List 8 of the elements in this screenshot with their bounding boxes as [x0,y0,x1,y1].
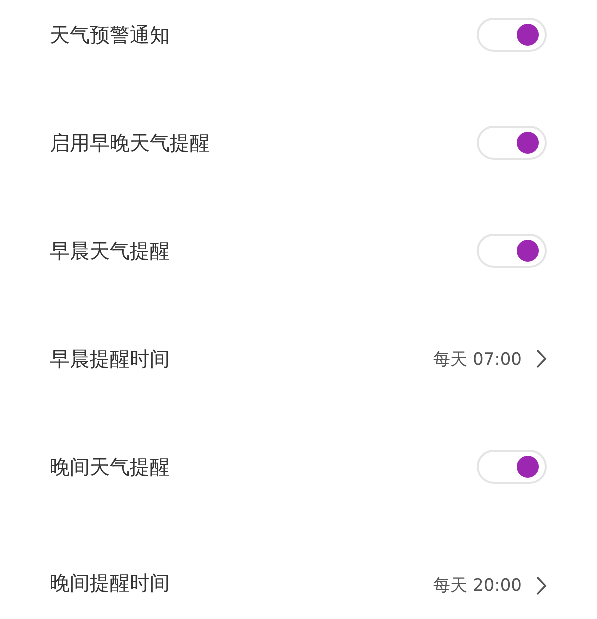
setting-label: 早晨天气提醒 [50,238,170,264]
setting-label: 早晨提醒时间 [50,346,170,372]
time-value[interactable]: 每天 07:00 [434,348,522,370]
setting-label: 启用早晚天气提醒 [50,130,210,156]
setting-label: 晚间天气提醒 [50,454,170,480]
setting-label: 晚间提醒时间 [50,570,170,597]
setting-label: 天气预警通知 [50,22,170,48]
time-value[interactable]: 每天 20:00 [434,574,522,597]
